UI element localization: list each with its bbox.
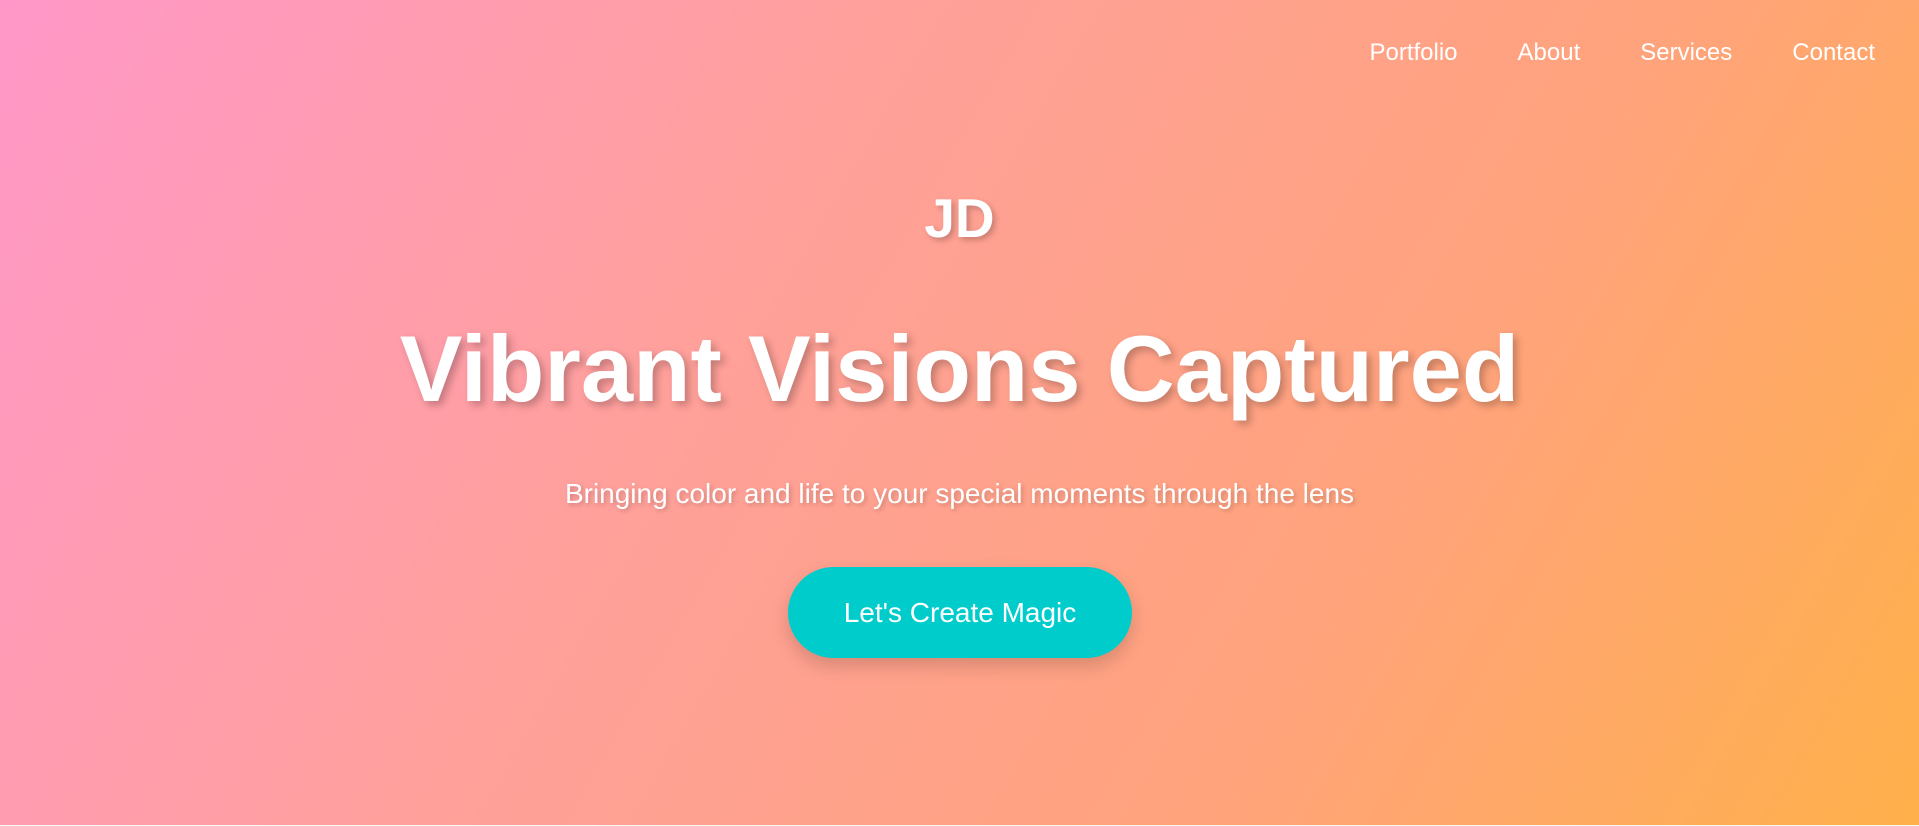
brand-logo: JD	[924, 187, 995, 249]
hero-subtitle: Bringing color and life to your special …	[564, 478, 1355, 509]
create-magic-button[interactable]: Let's Create Magic	[788, 567, 1132, 658]
hero-section: Portfolio About Services Contact JD Vibr…	[0, 0, 1919, 826]
nav-link-services[interactable]: Services	[1640, 38, 1732, 68]
nav-link-contact[interactable]: Contact	[1792, 38, 1875, 68]
top-navigation: Portfolio About Services Contact	[1369, 38, 1875, 68]
nav-link-portfolio[interactable]: Portfolio	[1369, 38, 1457, 68]
hero-title: Vibrant Visions Captured	[399, 316, 1520, 421]
nav-link-about[interactable]: About	[1518, 38, 1581, 68]
